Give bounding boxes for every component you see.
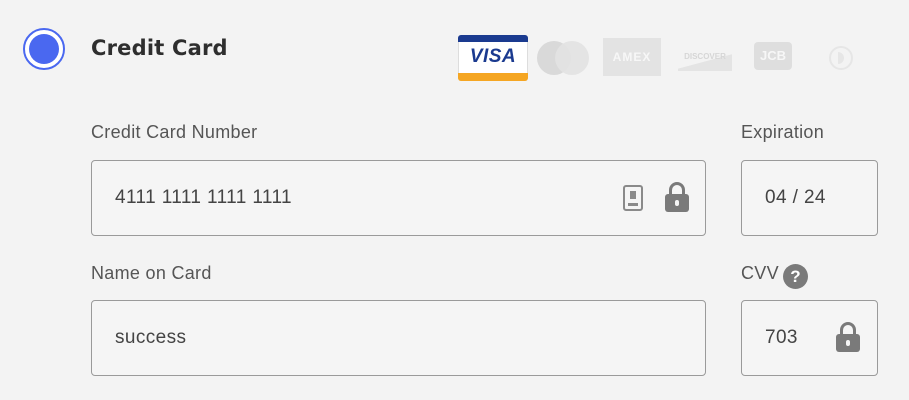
- jcb-logo: JCB: [754, 42, 792, 70]
- cvv-value: 703: [765, 327, 798, 348]
- diners-club-logo: [829, 46, 853, 70]
- lock-icon: [836, 322, 860, 352]
- card-number-label: Credit Card Number: [91, 122, 258, 142]
- mastercard-logo: [537, 41, 589, 75]
- radio-selected-dot: [29, 34, 59, 64]
- cvv-label: CVV: [741, 263, 779, 283]
- cvv-field[interactable]: 703: [741, 300, 878, 376]
- visa-logo: VISA: [458, 35, 528, 81]
- amex-logo: AMEX: [603, 38, 661, 76]
- name-on-card-label: Name on Card: [91, 263, 212, 283]
- card-autofill-icon[interactable]: [623, 185, 643, 211]
- expiration-field[interactable]: 04 / 24: [741, 160, 878, 236]
- lock-icon: [665, 182, 689, 212]
- credit-card-radio[interactable]: [23, 28, 65, 70]
- discover-logo: DISCOVER: [678, 43, 732, 71]
- card-brand-logos: VISA AMEX DISCOVER JCB: [458, 33, 878, 81]
- card-number-field[interactable]: 4111 1111 1111 1111: [91, 160, 706, 236]
- expiration-value: 04 / 24: [765, 187, 826, 208]
- cvv-help-icon[interactable]: ?: [783, 264, 808, 289]
- payment-method-title[interactable]: Credit Card: [91, 36, 228, 60]
- name-on-card-value: success: [115, 327, 187, 348]
- visa-logo-text: VISA: [469, 46, 517, 67]
- name-on-card-field[interactable]: success: [91, 300, 706, 376]
- expiration-label: Expiration: [741, 122, 825, 142]
- card-number-value: 4111 1111 1111 1111: [115, 187, 292, 208]
